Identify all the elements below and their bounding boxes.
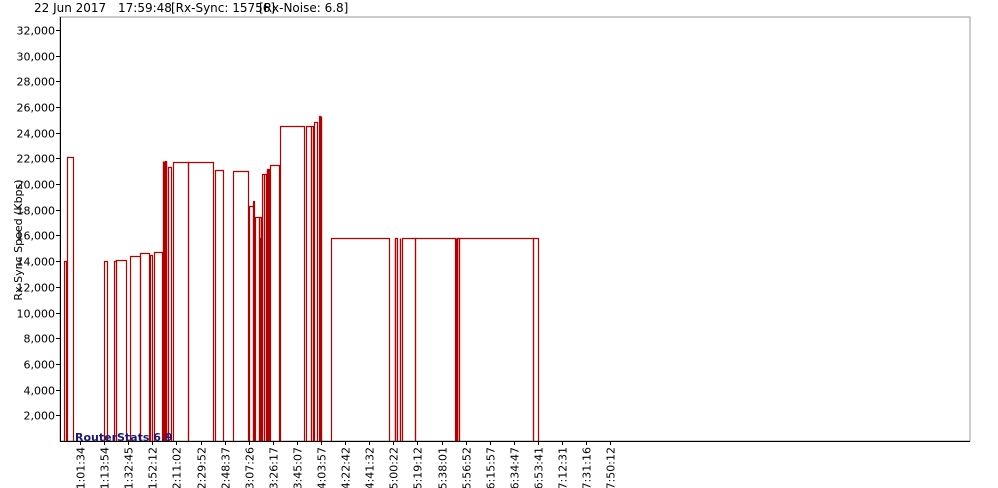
x-tick-label: 16:53:41 xyxy=(533,447,546,488)
x-axis-ticks: 11:01:34 11:13:54 11:32:45 11:52:12 12:11:02… xyxy=(75,441,618,488)
x-tick-label: 17:50:12 xyxy=(605,447,618,488)
x-tick-label: 12:48:37 xyxy=(220,447,233,488)
x-tick-label: 14:22:42 xyxy=(340,447,353,488)
chart-axes xyxy=(59,16,971,442)
y-tick-label: 22,000 xyxy=(17,153,56,166)
x-tick-label: 15:00:22 xyxy=(388,447,401,488)
y-tick-label: 26,000 xyxy=(17,102,56,115)
x-tick-label: 13:45:07 xyxy=(292,447,305,488)
x-tick-label: 11:01:34 xyxy=(75,447,88,488)
series-segment xyxy=(318,115,322,441)
x-tick-label: 14:03:57 xyxy=(316,447,329,488)
plot-frame xyxy=(59,16,971,442)
y-tick-label: 6,000 xyxy=(24,359,56,372)
series-segment xyxy=(252,200,256,441)
x-tick-label: 12:11:02 xyxy=(171,447,184,488)
x-tick-label: 17:31:16 xyxy=(581,447,594,488)
x-tick-label: 15:56:52 xyxy=(461,447,474,488)
y-tick-label: 24,000 xyxy=(17,128,56,141)
x-tick-label: 11:52:12 xyxy=(147,447,160,488)
y-tick-label: 30,000 xyxy=(17,51,56,64)
rx-sync-chart: 2,0004,0006,0008,00010,00012,00014,00016… xyxy=(12,16,971,488)
x-tick-label: 15:38:01 xyxy=(437,447,450,488)
y-tick-label: 32,000 xyxy=(17,25,56,38)
y-tick-label: 28,000 xyxy=(17,76,56,89)
y-axis-label: Rx Sync Speed (Kbps) xyxy=(12,179,25,300)
x-tick-label: 16:34:47 xyxy=(509,447,522,488)
y-tick-label: 8,000 xyxy=(24,333,56,346)
y-tick-label: 4,000 xyxy=(24,385,56,398)
x-tick-label: 13:07:26 xyxy=(244,447,257,488)
x-tick-label: 11:32:45 xyxy=(123,447,136,488)
x-tick-label: 13:26:17 xyxy=(268,447,281,488)
x-tick-label: 16:15:57 xyxy=(485,447,498,488)
x-tick-label: 12:29:52 xyxy=(196,447,209,488)
y-tick-label: 10,000 xyxy=(17,308,56,321)
x-tick-label: 14:41:32 xyxy=(364,447,377,488)
x-tick-label: 17:12:31 xyxy=(557,447,570,488)
x-tick-label: 15:19:12 xyxy=(412,447,425,488)
y-tick-label: 2,000 xyxy=(24,410,56,423)
x-tick-label: 11:13:54 xyxy=(99,447,112,488)
watermark-routerstats: RouterStats 6.9 xyxy=(75,431,173,444)
